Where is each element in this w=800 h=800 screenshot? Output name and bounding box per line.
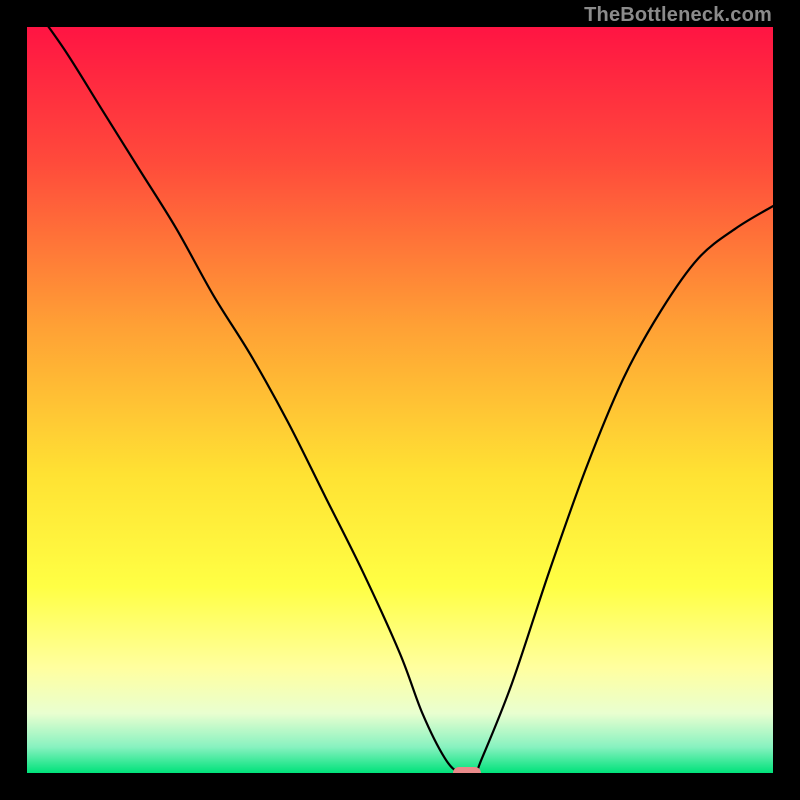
watermark-label: TheBottleneck.com: [584, 4, 772, 27]
optimal-point-marker: [453, 767, 481, 773]
bottleneck-curve: [27, 27, 773, 773]
chart-frame: TheBottleneck.com: [0, 0, 800, 800]
plot-area: [27, 27, 773, 773]
